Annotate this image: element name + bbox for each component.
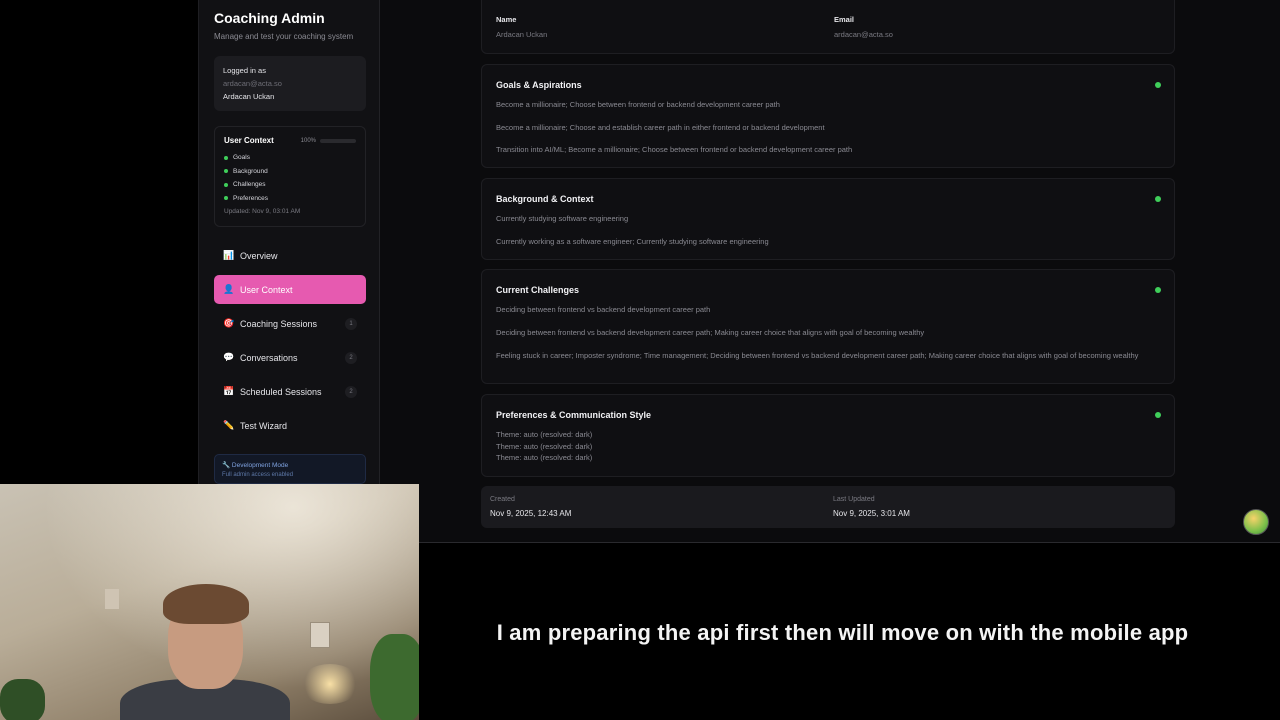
sidebar-item-conversations[interactable]: 💬 Conversations 2 <box>214 343 366 372</box>
goal-entry: Transition into AI/ML; Become a milliona… <box>496 145 853 154</box>
lamp-glow <box>300 664 360 704</box>
plant <box>370 634 419 720</box>
admin-app-window: Coaching Admin Manage and test your coac… <box>198 0 1280 543</box>
preferences-card: Preferences & Communication Style Theme:… <box>481 394 1175 477</box>
context-items: Goals Background Challenges Preferences <box>224 151 356 205</box>
context-item: Background <box>224 165 356 179</box>
goal-entry: Become a millionaire; Choose and establi… <box>496 123 825 132</box>
logged-in-name: Ardacan Uckan <box>223 92 275 101</box>
sidebar-item-label: Conversations <box>240 352 298 363</box>
email-label: Email <box>834 15 855 24</box>
context-updated-time: Updated: Nov 9, 03:01 AM <box>224 208 301 215</box>
preference-entry: Theme: auto (resolved: dark) <box>496 441 593 451</box>
sidebar-item-label: Coaching Sessions <box>240 318 318 329</box>
status-dot-icon <box>224 182 228 187</box>
completion-indicator: 100% <box>301 138 356 144</box>
target-icon: 🎯 <box>223 318 235 328</box>
challenges-card: Current Challenges Deciding between fron… <box>481 269 1175 384</box>
calendar-icon: 📅 <box>223 386 235 396</box>
created-label: Created <box>490 496 515 503</box>
status-dot-icon <box>1155 196 1161 202</box>
context-item-label: Goals <box>233 154 250 162</box>
app-title: Coaching Admin <box>214 10 325 26</box>
pencil-icon: ✏️ <box>223 420 235 430</box>
background-card: Background & Context Currently studying … <box>481 178 1175 260</box>
name-label: Name <box>496 15 517 24</box>
sidebar-item-label: Overview <box>240 250 278 261</box>
logged-in-email: ardacan@acta.so <box>223 79 282 88</box>
updated-field: Last Updated Nov 9, 2025, 3:01 AM <box>833 496 910 518</box>
plant <box>0 679 45 720</box>
status-dot-icon <box>224 169 228 174</box>
completion-bar <box>320 138 356 143</box>
created-field: Created Nov 9, 2025, 12:43 AM <box>490 496 571 518</box>
record-metadata: Created Nov 9, 2025, 12:43 AM Last Updat… <box>481 486 1175 528</box>
sidebar-item-label: Test Wizard <box>240 420 288 431</box>
name-field: Name Ardacan Uckan <box>496 15 547 39</box>
dev-mode-subtitle: Full admin access enabled <box>222 472 294 478</box>
sidebar-item-coaching-sessions[interactable]: 🎯 Coaching Sessions 1 <box>214 309 366 338</box>
context-item: Challenges <box>224 178 356 192</box>
preference-entry: Theme: auto (resolved: dark) <box>496 430 593 439</box>
email-value: ardacan@acta.so <box>834 30 893 39</box>
status-dot-icon <box>1155 82 1161 88</box>
status-dot-icon <box>224 196 228 201</box>
goals-card: Goals & Aspirations Become a millionaire… <box>481 64 1175 168</box>
user-context-summary: User Context 100% Goals Background Chall… <box>214 126 366 227</box>
logged-in-panel: Logged in as ardacan@acta.so Ardacan Uck… <box>214 56 366 111</box>
created-value: Nov 9, 2025, 12:43 AM <box>490 509 572 518</box>
speech-bubble-icon: 💬 <box>223 352 235 362</box>
updated-label: Last Updated <box>833 496 875 503</box>
challenge-entry: Deciding between frontend vs backend dev… <box>496 305 711 314</box>
status-dot-icon <box>224 155 228 160</box>
chart-icon: 📊 <box>223 250 235 260</box>
status-dot-icon <box>1155 412 1161 418</box>
user-icon: 👤 <box>223 284 235 294</box>
sidebar-item-label: User Context <box>240 284 293 295</box>
challenge-entry: Feeling stuck in career; Imposter syndro… <box>496 351 1139 360</box>
count-badge: 2 <box>345 351 357 364</box>
completion-percent: 100% <box>300 137 316 144</box>
person-hair <box>163 584 249 624</box>
section-title: Background & Context <box>496 194 594 204</box>
sidebar-item-test-wizard[interactable]: ✏️ Test Wizard <box>214 411 366 440</box>
wall-frame <box>310 622 330 648</box>
webcam-overlay <box>0 484 419 720</box>
sidebar-item-overview[interactable]: 📊 Overview <box>214 241 366 270</box>
dev-mode-title: 🔧 Development Mode <box>222 462 289 469</box>
sidebar-nav: 📊 Overview 👤 User Context 🎯 Coaching Ses… <box>214 241 366 445</box>
sidebar-item-user-context[interactable]: 👤 User Context <box>214 275 366 304</box>
floating-assistant-button[interactable] <box>1243 509 1269 535</box>
basic-information-card: Name Ardacan Uckan Email ardacan@acta.so <box>481 0 1175 54</box>
section-title: Goals & Aspirations <box>496 80 582 90</box>
video-caption: I am preparing the api first then will m… <box>496 620 1189 645</box>
section-title: Current Challenges <box>496 285 580 295</box>
context-item-label: Challenges <box>233 181 266 189</box>
count-badge: 2 <box>345 385 357 398</box>
sidebar-item-label: Scheduled Sessions <box>240 386 322 397</box>
status-dot-icon <box>1155 287 1161 293</box>
context-item-label: Background <box>233 167 268 175</box>
app-subtitle: Manage and test your coaching system <box>214 32 354 41</box>
logged-in-label: Logged in as <box>223 66 266 75</box>
context-item-label: Preferences <box>233 194 269 202</box>
background-entry: Currently studying software engineering <box>496 214 629 223</box>
email-field: Email ardacan@acta.so <box>834 15 893 39</box>
context-item: Goals <box>224 151 356 165</box>
preference-entry: Theme: auto (resolved: dark) <box>496 453 593 462</box>
count-badge: 1 <box>345 317 357 330</box>
challenge-entry: Deciding between frontend vs backend dev… <box>496 328 925 337</box>
updated-value: Nov 9, 2025, 3:01 AM <box>833 509 910 518</box>
sidebar-item-scheduled-sessions[interactable]: 📅 Scheduled Sessions 2 <box>214 377 366 406</box>
goal-entry: Become a millionaire; Choose between fro… <box>496 100 780 109</box>
development-mode-banner: 🔧 Development Mode Full admin access ena… <box>214 454 366 484</box>
sidebar: Coaching Admin Manage and test your coac… <box>198 0 380 542</box>
context-item: Preferences <box>224 192 356 206</box>
background-entry: Currently working as a software engineer… <box>496 237 769 246</box>
wall-frame <box>105 589 119 609</box>
section-title: Preferences & Communication Style <box>496 410 652 420</box>
user-context-title: User Context <box>224 136 274 145</box>
name-value: Ardacan Uckan <box>496 30 548 39</box>
